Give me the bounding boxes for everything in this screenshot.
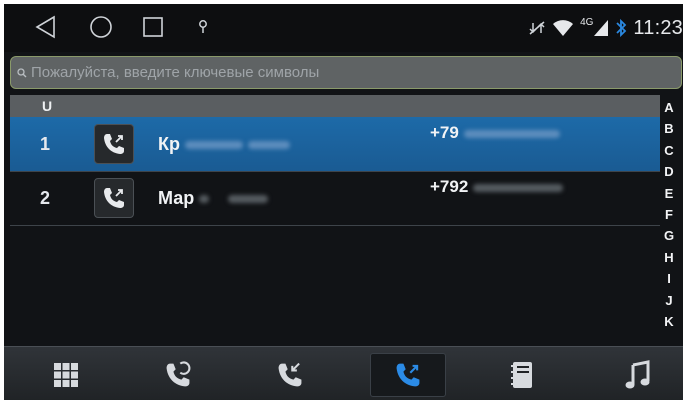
- index-letter[interactable]: K: [664, 311, 673, 332]
- contact-name: Кр: [158, 134, 291, 155]
- search-placeholder: Пожалуйста, введите ключевые символы: [31, 64, 320, 81]
- location-icon: [199, 20, 207, 33]
- alphabet-index[interactable]: A B C D E F G H I J K: [661, 97, 677, 332]
- bottom-tab-bar: [4, 346, 683, 400]
- redacted-text: [199, 194, 210, 203]
- redacted-text: [185, 140, 243, 149]
- redacted-text: [463, 129, 560, 138]
- section-letter: U: [42, 98, 53, 114]
- index-letter[interactable]: E: [665, 183, 674, 204]
- outgoing-call-avatar-icon: [94, 124, 134, 164]
- index-letter[interactable]: F: [665, 204, 673, 225]
- index-letter[interactable]: D: [664, 161, 673, 182]
- phone-screen: 4G 11:23 Пожалуйста, введите ключевые си…: [4, 4, 683, 400]
- phonebook-icon: [511, 362, 532, 388]
- contact-phone: +792: [430, 177, 564, 197]
- status-bar: 4G 11:23: [4, 4, 683, 52]
- tab-call-history[interactable]: [140, 353, 216, 397]
- outgoing-calls-icon: [396, 363, 420, 387]
- search-icon: [17, 67, 27, 77]
- index-letter[interactable]: C: [664, 140, 673, 161]
- contact-row[interactable]: 2 Мар +792: [10, 171, 660, 226]
- index-letter[interactable]: H: [664, 247, 673, 268]
- search-input[interactable]: Пожалуйста, введите ключевые символы: [10, 56, 682, 89]
- section-header: U: [10, 95, 660, 117]
- redacted-text: [248, 140, 291, 149]
- index-letter[interactable]: A: [664, 97, 673, 118]
- tab-missed-calls[interactable]: [252, 353, 328, 397]
- wifi-icon: [553, 20, 574, 36]
- bluetooth-icon: [616, 18, 627, 38]
- redacted-text: [473, 183, 564, 192]
- home-icon[interactable]: [88, 14, 114, 40]
- index-letter[interactable]: B: [664, 118, 673, 139]
- index-letter[interactable]: G: [664, 225, 674, 246]
- outgoing-call-avatar-icon: [94, 178, 134, 218]
- tab-outgoing-calls[interactable]: [370, 353, 446, 397]
- clock: 11:23: [633, 16, 683, 39]
- back-icon[interactable]: [32, 14, 58, 40]
- cellular-signal-icon: [594, 20, 609, 36]
- missed-calls-icon: [278, 362, 302, 387]
- contact-index: 1: [39, 133, 50, 154]
- contact-name: Мар: [158, 188, 269, 209]
- contact-row[interactable]: 1 Кр +79: [10, 117, 660, 172]
- recents-icon[interactable]: [140, 14, 166, 40]
- contact-phone: +79: [430, 123, 560, 143]
- index-letter[interactable]: J: [665, 290, 672, 311]
- dialpad-icon: [54, 363, 78, 387]
- data-disabled-icon: [529, 21, 545, 35]
- tab-music[interactable]: [600, 353, 676, 397]
- tab-dialpad[interactable]: [28, 353, 104, 397]
- index-letter[interactable]: I: [667, 268, 671, 289]
- tab-phonebook[interactable]: [484, 353, 560, 397]
- contact-index: 2: [39, 187, 50, 208]
- network-type: 4G: [580, 16, 594, 28]
- call-history-icon: [166, 361, 191, 387]
- redacted-text: [228, 194, 269, 203]
- music-icon: [625, 360, 650, 389]
